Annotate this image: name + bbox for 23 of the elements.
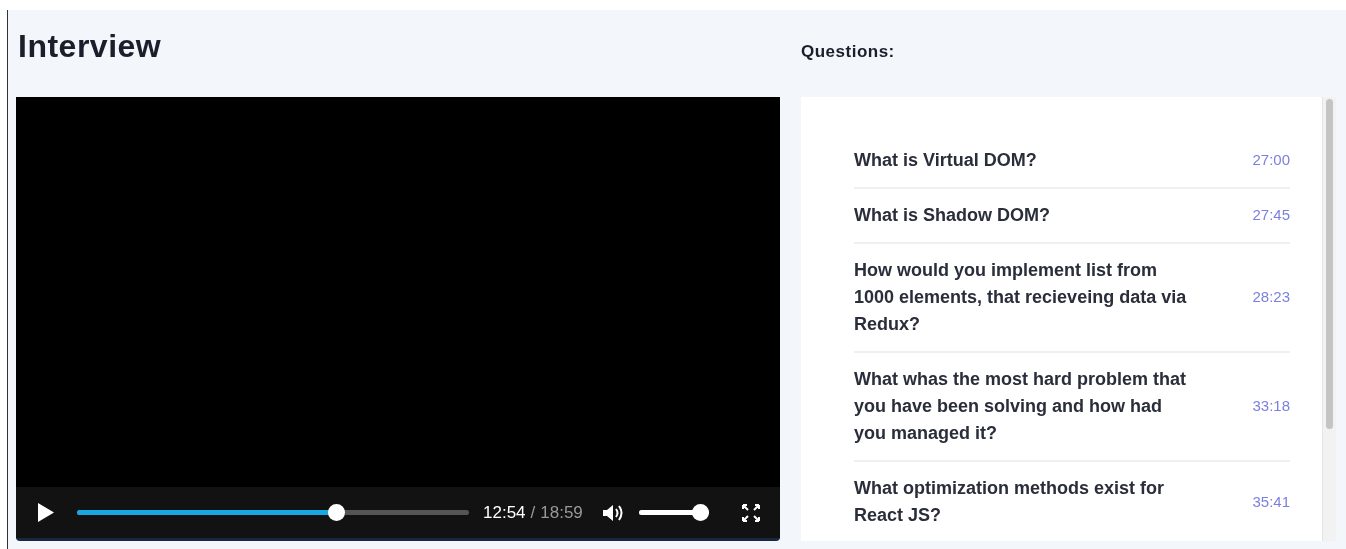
volume-icon[interactable]: [602, 503, 625, 522]
question-text[interactable]: What is Shadow DOM?: [854, 202, 1216, 229]
question-text[interactable]: What whas the most hard problem that you have been solving and how had you managed it?: [854, 366, 1216, 447]
question-text[interactable]: What optimization methods exist for React JS?: [854, 475, 1216, 529]
current-time: 12:54: [483, 501, 526, 524]
section-label: Questions:: [801, 41, 896, 63]
timestamp-link[interactable]: 28:23: [1252, 286, 1290, 309]
timestamp-link[interactable]: 33:18: [1252, 395, 1290, 418]
volume-handle[interactable]: [691, 504, 709, 521]
time-separator: /: [530, 501, 536, 524]
fullscreen-icon[interactable]: [742, 503, 760, 522]
question-text[interactable]: What is Virtual DOM?: [854, 147, 1216, 174]
page-title: Interview: [18, 27, 163, 66]
timestamp-link[interactable]: 27:00: [1252, 149, 1290, 172]
question-text[interactable]: How would you implement list from 1000 elements, that recieveing data via Redux?: [854, 257, 1216, 338]
play-icon[interactable]: [38, 503, 54, 522]
progress-handle[interactable]: [328, 504, 346, 521]
scrollbar[interactable]: [1322, 97, 1336, 541]
volume-slider[interactable]: [638, 504, 709, 521]
timestamp-link[interactable]: 35:41: [1252, 490, 1290, 514]
duration: 18:59: [540, 501, 583, 524]
timestamp-link[interactable]: 27:45: [1252, 204, 1290, 227]
progress-bar[interactable]: [77, 504, 469, 521]
